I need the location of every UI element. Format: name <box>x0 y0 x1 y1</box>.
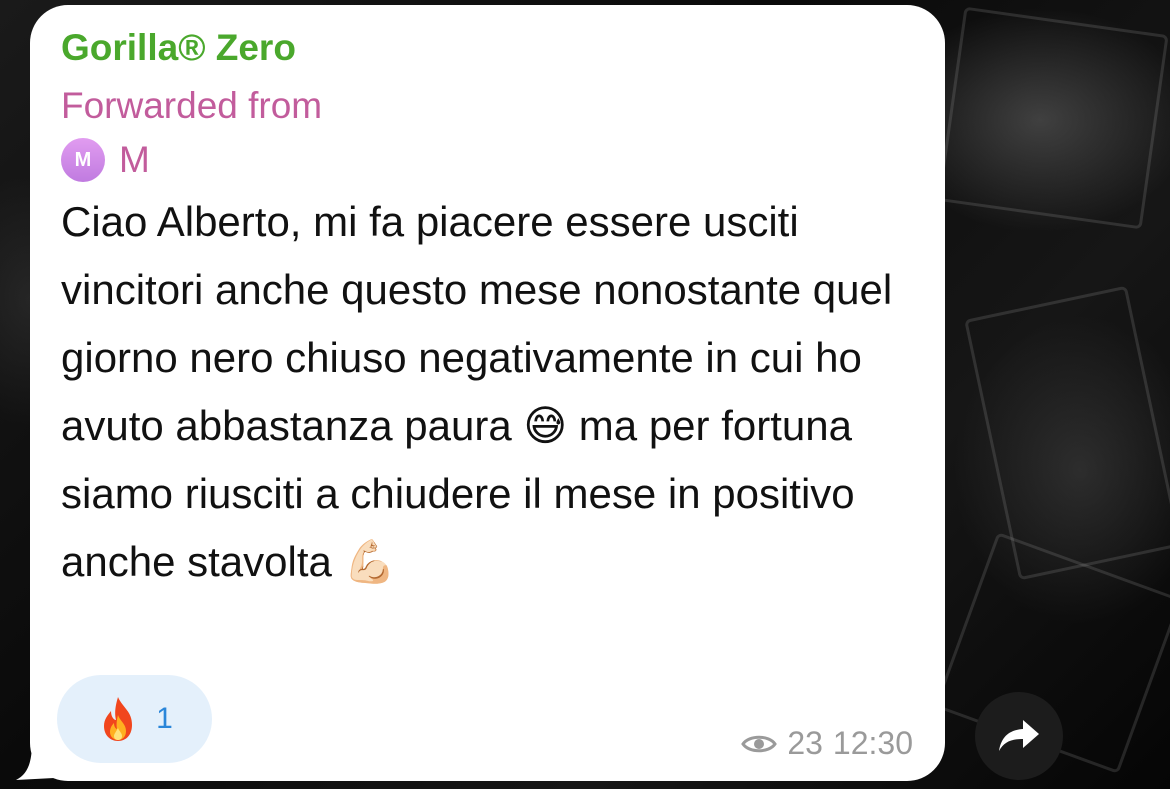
background-banknote <box>937 6 1169 230</box>
reaction-chip[interactable]: 1 <box>57 675 212 763</box>
share-button[interactable] <box>975 692 1063 780</box>
forwarded-avatar[interactable]: M <box>61 138 105 182</box>
message-meta: 23 12:30 <box>741 725 913 762</box>
fire-icon <box>104 697 133 741</box>
forwarded-name[interactable]: M <box>119 139 150 181</box>
message-text: Ciao Alberto, mi fa piacere essere uscit… <box>61 198 893 585</box>
view-count: 23 <box>787 725 823 761</box>
forwarded-from-row[interactable]: M M <box>61 138 150 182</box>
forwarded-label: Forwarded from <box>61 85 323 126</box>
eye-icon <box>741 735 778 752</box>
reaction-count: 1 <box>156 702 173 735</box>
share-arrow-icon <box>999 720 1039 751</box>
message-bubble[interactable]: Gorilla® Zero Forwarded from M M Ciao Al… <box>30 5 945 781</box>
message-time: 12:30 <box>832 725 913 761</box>
sender-name[interactable]: Gorilla® Zero <box>61 27 296 69</box>
